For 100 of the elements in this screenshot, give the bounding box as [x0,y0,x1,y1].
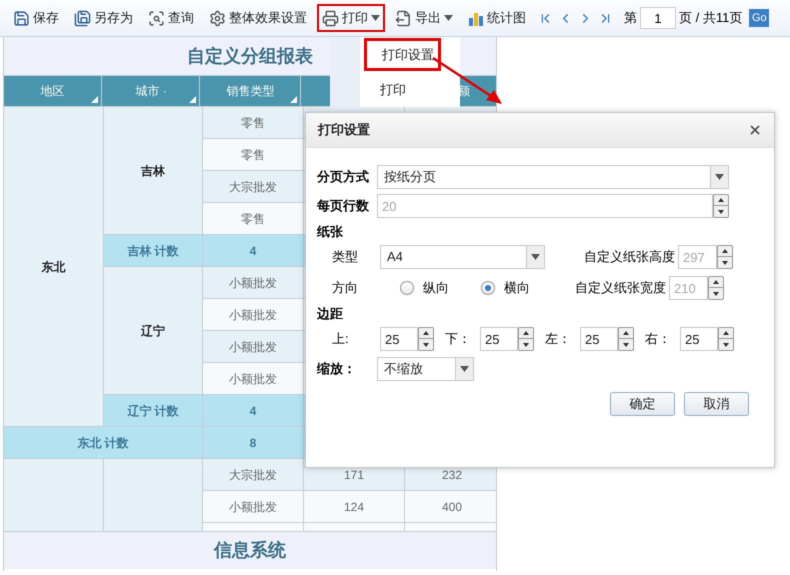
dropdown-button[interactable] [711,165,729,189]
spin-up-button[interactable] [708,276,724,288]
spin-down-button[interactable] [713,206,729,218]
sales-type-cell: 小额批发 [203,331,303,362]
spin-down-button[interactable] [717,257,733,269]
city-cell: 吉林 [104,107,202,234]
up-arrow-icon [718,198,724,202]
up-arrow-icon [623,331,629,335]
up-arrow-icon [723,331,729,335]
up-arrow-icon [713,280,719,284]
field-label: 右： [645,330,672,348]
sort-corner-icon[interactable] [91,96,98,103]
sales-type-cell: 小额批发 [203,267,303,298]
down-arrow-icon [713,292,719,296]
column-header: 地区 [40,83,65,100]
subtotal-cell: 4 [203,395,303,426]
save-icon [13,10,30,26]
spin-up-button[interactable] [718,327,734,339]
toolbar-button[interactable]: 查询 [143,4,199,32]
menu-item[interactable]: 打印 [360,72,460,107]
caret-icon [460,366,469,372]
toolbar-button[interactable]: 另存为 [69,4,138,32]
field-label: 左： [545,330,572,348]
spin-up-button[interactable] [418,327,434,339]
dialog-button[interactable]: 确定 [610,392,675,416]
page-field[interactable]: 1 [640,7,676,29]
toolbar-button[interactable]: 保存 [8,4,64,32]
page-prefix: 第 [624,9,637,28]
bar-chart-icon [468,10,484,26]
settings-icon [209,10,226,26]
table-cell: 124 [304,491,404,522]
subtotal-label: 东北 计数 [4,427,202,458]
number-field[interactable]: 25 [480,327,518,351]
field-label: 自定义纸张宽度 [575,279,667,298]
subtotal-label: 吉林 计数 [104,235,202,266]
field-label: 自定义纸张高度 [584,248,676,266]
subtotal-label: 辽宁 计数 [104,395,202,426]
down-arrow-icon [423,342,429,346]
page-count: 页 / 共11页 [679,9,742,28]
sort-corner-icon[interactable] [290,96,297,103]
down-arrow-icon [718,210,724,214]
close-icon[interactable] [748,123,762,137]
spin-down-button[interactable] [418,339,434,351]
table-cell: 400 [405,491,496,522]
select-field[interactable]: 按纸分页 [377,165,711,189]
subtotal-cell: 4 [203,235,303,266]
radio-option[interactable]: 横向 [481,278,530,298]
spin-up-button[interactable] [618,327,634,339]
up-arrow-icon [722,249,728,253]
subtotal-cell: 8 [203,427,303,458]
menu-item[interactable]: 打印设置 [360,37,460,72]
spin-down-button[interactable] [518,339,534,351]
column-header: 销售类型 [226,83,274,100]
file-export-icon [395,10,412,26]
spin-up-button[interactable] [518,327,534,339]
region-cell: 东北 [4,107,103,426]
up-arrow-icon [523,331,529,335]
sales-type-cell: 零售 [203,139,303,170]
spin-down-button[interactable] [618,339,634,351]
sales-type-cell: 小额批发 [203,299,303,330]
caret-icon [715,174,724,180]
number-field[interactable]: 25 [680,327,718,351]
field-label: 方向 [332,279,359,298]
toolbar-button[interactable]: 统计图 [463,4,531,32]
up-arrow-icon [423,331,429,335]
toolbar-button[interactable]: 整体效果设置 [204,4,312,32]
callout-arrow [432,56,504,106]
radio-option[interactable]: 纵向 [400,278,449,298]
go-button[interactable]: Go [749,9,770,27]
spin-down-button[interactable] [708,288,724,300]
field-label: 缩放： [317,360,357,378]
select-field[interactable]: A4 [380,245,527,269]
printer-icon [322,10,339,26]
spin-down-button[interactable] [718,339,734,351]
dropdown-button[interactable] [456,357,474,381]
number-field[interactable]: 25 [580,327,618,351]
sort-corner-icon[interactable] [189,96,196,103]
toolbar-button[interactable]: 打印 [317,4,385,32]
section-heading: 边距 [317,305,344,324]
caret-icon [444,15,453,21]
report-footer: 信息系统 [4,531,496,569]
sales-type-cell: 小额批发 [203,363,303,394]
sales-type-cell: 零售 [203,107,303,138]
dialog-button[interactable]: 取消 [684,392,749,416]
sales-type-cell: 大宗批发 [203,459,303,490]
spin-up-button[interactable] [713,194,729,206]
field-label: 下： [445,330,472,348]
city-cell: 辽宁 [104,267,202,394]
dialog-title: 打印设置 [318,121,370,140]
spin-up-button[interactable] [717,245,733,257]
field-label: 分页方式 [317,168,370,186]
field-label: 类型 [332,248,359,266]
toolbar-button[interactable]: 导出 [390,4,458,32]
sales-type-cell: 大宗批发 [203,171,303,202]
caret-icon [371,15,380,21]
number-field[interactable]: 25 [380,327,418,351]
select-field[interactable]: 不缩放 [377,357,456,381]
dropdown-button[interactable] [527,245,545,269]
search-icon [148,10,165,26]
column-header: 城市 · [136,83,167,100]
